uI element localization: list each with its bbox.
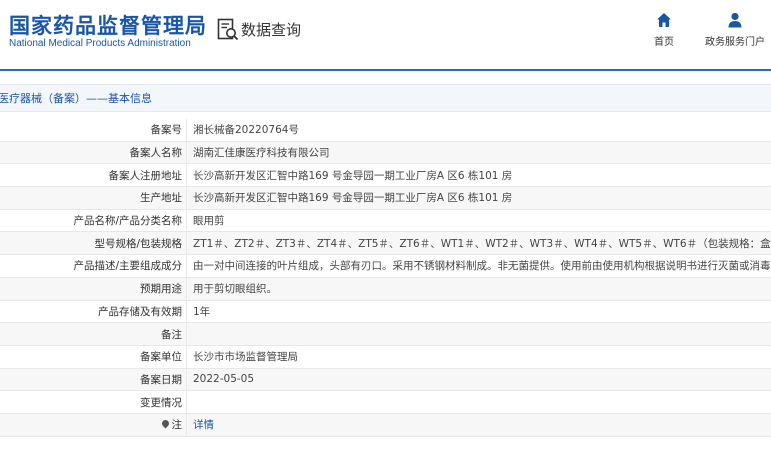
document-search-icon — [217, 18, 239, 41]
table-row: 备案单位 长沙市市场监督管理局 — [0, 345, 771, 369]
home-icon — [657, 13, 671, 27]
field-label: 型号规格/包装规格 — [0, 231, 187, 256]
table-row: 变更情况 — [0, 390, 771, 414]
table-row: 型号规格/包装规格 ZT1＃、ZT2＃、ZT3＃、ZT4＃、ZT5＃、ZT6＃、… — [0, 231, 771, 256]
table-row: 备案人注册地址 长沙高新开发区汇智中路169 号金导园一期工业厂房A 区6 栋1… — [0, 163, 771, 188]
table-row: 产品名称/产品分类名称 眼用剪 — [0, 209, 771, 233]
table-row: 产品存储及有效期 1年 — [0, 300, 771, 324]
site-logo-en[interactable]: National Medical Products Administration — [9, 38, 191, 49]
table-row: 备注 — [0, 322, 771, 346]
field-label: 备案人注册地址 — [0, 163, 187, 188]
field-value: 详情 — [186, 413, 771, 437]
nav-home-label: 首页 — [654, 37, 674, 48]
field-value: 湘长械备20220764号 — [186, 119, 771, 142]
nav-service-portal-label: 政务服务门户 — [705, 37, 765, 48]
table-row: 备案日期 2022-05-05 — [0, 368, 771, 392]
field-label: 备案单位 — [0, 345, 187, 369]
field-label: 备案人名称 — [0, 141, 187, 165]
field-value: 湖南汇佳康医疗科技有限公司 — [186, 141, 771, 165]
field-value: 眼用剪 — [186, 209, 771, 233]
site-logo-cn[interactable]: 国家药品监督管理局 — [9, 10, 207, 40]
field-value: 由一对中间连接的叶片组成，头部有刃口。采用不锈钢材料制成。非无菌提供。使用前由使… — [186, 254, 771, 278]
nav-service-portal[interactable]: 政务服务门户 — [703, 12, 767, 48]
field-value — [186, 322, 771, 346]
field-value: 2022-05-05 — [186, 368, 771, 392]
table-row: 备案人名称 湖南汇佳康医疗科技有限公司 — [0, 141, 771, 165]
section-title: 医疗器械（备案）——基本信息 — [0, 92, 152, 105]
field-value: 长沙市市场监督管理局 — [186, 345, 771, 369]
field-label: 产品描述/主要组成成分 — [0, 254, 187, 278]
nav-home[interactable]: 首页 — [650, 12, 678, 48]
header-divider — [0, 69, 771, 71]
field-value: 1年 — [186, 300, 771, 324]
table-row: 产品描述/主要组成成分 由一对中间连接的叶片组成，头部有刃口。采用不锈钢材料制成… — [0, 254, 771, 278]
table-row: 注 详情 — [0, 413, 771, 437]
field-value: 长沙高新开发区汇智中路169 号金导园一期工业厂房A 区6 栋101 房 — [186, 163, 771, 188]
table-row: 预期用途 用于剪切眼组织。 — [0, 277, 771, 301]
field-label: 备注 — [0, 322, 187, 346]
table-row: 备案号 湘长械备20220764号 — [0, 119, 771, 142]
field-label: 备案号 — [0, 119, 187, 142]
pin-icon — [160, 418, 170, 429]
field-label: 变更情况 — [0, 390, 187, 414]
field-label: 预期用途 — [0, 277, 187, 301]
field-value: ZT1＃、ZT2＃、ZT3＃、ZT4＃、ZT5＃、ZT6＃、WT1＃、WT2＃、… — [186, 231, 771, 256]
section-header: 医疗器械（备案）——基本信息 — [0, 84, 771, 112]
field-value — [186, 390, 771, 414]
field-value: 用于剪切眼组织。 — [186, 277, 771, 301]
field-label: 产品存储及有效期 — [0, 300, 187, 324]
page-title: 数据查询 — [241, 21, 302, 39]
user-icon — [728, 12, 742, 28]
field-label: 注 — [0, 413, 187, 437]
table-row: 生产地址 长沙高新开发区汇智中路169 号金导园一期工业厂房A 区6 栋101 … — [0, 186, 771, 210]
field-label: 备案日期 — [0, 368, 187, 392]
detail-table: 备案号 湘长械备20220764号 备案人名称 湖南汇佳康医疗科技有限公司 备案… — [0, 119, 771, 437]
details-link[interactable]: 详情 — [193, 419, 214, 431]
note-label: 注 — [171, 419, 183, 432]
site-header: 国家药品监督管理局 National Medical Products Admi… — [0, 0, 771, 70]
field-value: 长沙高新开发区汇智中路169 号金导园一期工业厂房A 区6 栋101 房 — [186, 186, 771, 210]
field-label: 生产地址 — [0, 186, 187, 210]
field-label: 产品名称/产品分类名称 — [0, 209, 187, 233]
